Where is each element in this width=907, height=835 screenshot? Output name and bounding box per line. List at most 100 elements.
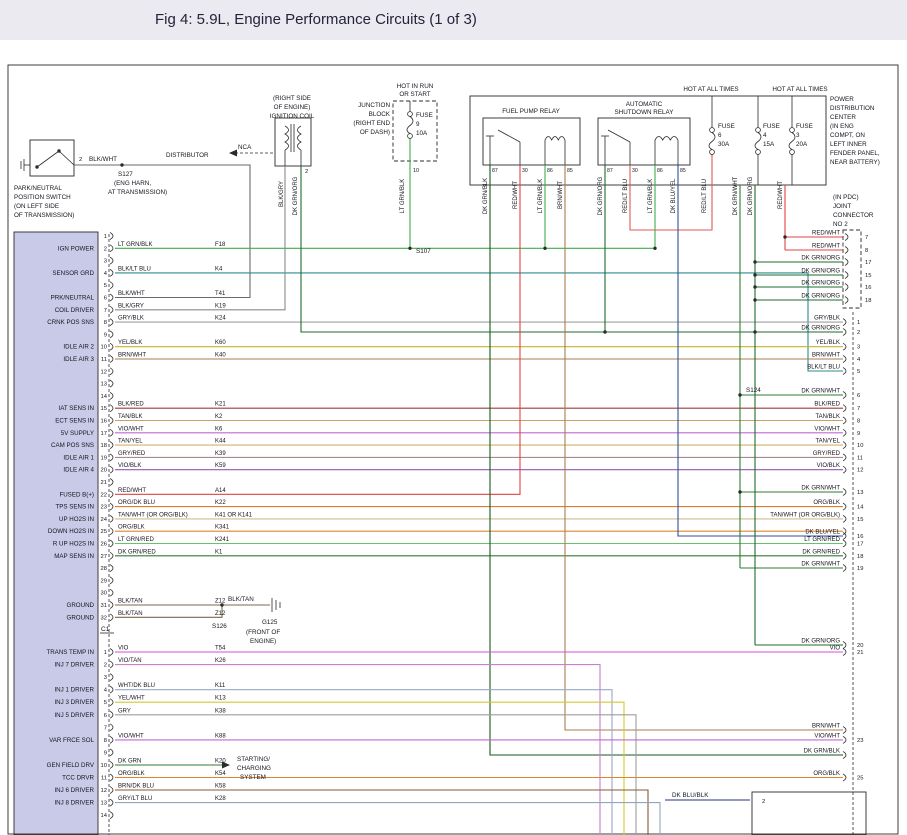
diagram-text: 3 bbox=[796, 132, 800, 139]
edge-wire-label: RED/WHT bbox=[812, 231, 840, 237]
pcm-signal-label: INJ 1 DRIVER bbox=[54, 687, 94, 694]
diagram-text: HOT AT ALL TIMES bbox=[683, 86, 738, 93]
junction-dot bbox=[603, 330, 606, 333]
pcm-pin-bracket bbox=[110, 257, 113, 264]
pcm-pin-number: 30 bbox=[101, 591, 107, 597]
relay-switch-arm bbox=[608, 130, 630, 142]
diagram-text: 20A bbox=[796, 141, 808, 148]
fuse-terminal bbox=[756, 128, 761, 133]
edge-wire-label: TAN/BLK bbox=[815, 414, 840, 420]
circuit-code: K19 bbox=[215, 303, 226, 309]
pcm-signal-label: IAT SENS IN bbox=[58, 405, 94, 412]
pcm-pin-number: 23 bbox=[101, 505, 107, 511]
edge-pin-number: 23 bbox=[857, 738, 863, 744]
junction-dot bbox=[783, 235, 786, 238]
fuse-element bbox=[709, 133, 715, 150]
circuit-code: K44 bbox=[215, 439, 226, 445]
edge-pin-number: 10 bbox=[857, 443, 863, 449]
pcm-pin-number: 24 bbox=[101, 517, 108, 523]
pcm-pin-bracket bbox=[110, 787, 113, 794]
edge-hook bbox=[843, 515, 846, 522]
wire-color-label: BLK/TAN bbox=[118, 599, 143, 605]
pcm-pin-bracket bbox=[110, 761, 113, 768]
diagram-text: OF DASH) bbox=[360, 129, 390, 136]
diagram-text: 2 bbox=[762, 799, 765, 805]
wire-dk-blu-yel bbox=[678, 165, 843, 536]
junction-dot bbox=[120, 163, 123, 166]
diagram-text: S126 bbox=[212, 623, 227, 630]
diagram-text: NO 2 bbox=[833, 221, 848, 228]
circuit-code: K39 bbox=[215, 451, 226, 457]
diagram-text: JOINT bbox=[833, 203, 851, 210]
pcm-pin-bracket bbox=[110, 479, 113, 486]
circuit-code: K1 bbox=[215, 549, 223, 555]
edge-wire-label: ORG/BLK bbox=[813, 500, 840, 506]
diagram-text: PARK/NEUTRAL bbox=[14, 185, 62, 192]
vertical-wire-label: DK GRN/WHT bbox=[733, 176, 739, 215]
junction-dot bbox=[738, 393, 741, 396]
edge-hook bbox=[843, 454, 846, 461]
fuse-terminal bbox=[408, 134, 413, 139]
fuse-terminal bbox=[790, 128, 795, 133]
junction-dot bbox=[653, 247, 656, 250]
pcm-pin-bracket bbox=[110, 661, 113, 668]
pcm-pin-bracket bbox=[110, 392, 113, 399]
pcm-signal-label: PRK/NEUTRAL bbox=[51, 295, 95, 302]
edge-hook bbox=[843, 329, 846, 336]
pcm-pin-number: 26 bbox=[101, 542, 107, 548]
diagram-text: FUEL PUMP RELAY bbox=[502, 108, 560, 115]
diagram-text: AT TRANSMISSION) bbox=[108, 189, 167, 196]
diagram-text: NEAR BATTERY) bbox=[830, 159, 880, 166]
edge-wire-label: LT GRN/RED bbox=[804, 537, 840, 543]
diagram-text: FENDER PANEL, bbox=[830, 150, 880, 157]
pcm-signal-label: FUSED B(+) bbox=[59, 491, 94, 498]
pcm-pin-bracket bbox=[110, 405, 113, 412]
pcm-pin-bracket bbox=[110, 319, 113, 326]
circuit-code: T54 bbox=[215, 646, 226, 652]
pcm-pin-bracket bbox=[110, 306, 113, 313]
wire-color-label: BLK/LT BLU bbox=[118, 266, 151, 272]
circuit-code: Z12 bbox=[215, 611, 226, 617]
junction-dot bbox=[738, 490, 741, 493]
edge-wire-label: YEL/BLK bbox=[816, 340, 840, 346]
pcm-pin-bracket bbox=[110, 269, 113, 276]
pcm-pin-bracket bbox=[110, 294, 113, 301]
edge-wire-label: GRY/RED bbox=[813, 451, 841, 457]
edge-wire-label: BLK/LT BLU bbox=[807, 365, 840, 371]
pcm-pin-bracket bbox=[110, 515, 113, 522]
switch-arm bbox=[37, 151, 59, 167]
diagram-text: 85 bbox=[567, 168, 573, 174]
junction-dot bbox=[408, 247, 411, 250]
edge-wire-label: VIO/WHT bbox=[814, 426, 840, 432]
circuit-code: K26 bbox=[215, 658, 226, 664]
diagram-text: BLK/WHT bbox=[89, 156, 117, 163]
pcm-pin-bracket bbox=[110, 577, 113, 584]
diagram-text: 30A bbox=[718, 141, 730, 148]
diagram-text: 9 bbox=[416, 121, 420, 128]
pcm-pin-bracket bbox=[110, 602, 113, 609]
vertical-wire-label: DK GRN/BLK bbox=[483, 178, 489, 214]
diagram-text: (ENG HARN, bbox=[114, 180, 151, 187]
junction-block-box bbox=[393, 101, 437, 161]
pcm-signal-label: TCC DRVR bbox=[62, 775, 94, 782]
pcm-signal-label: CRNK POS SNS bbox=[47, 319, 94, 326]
diagram-text: FUSE bbox=[763, 123, 780, 130]
edge-wire-label: DK GRN/ORG bbox=[801, 281, 840, 287]
vertical-wire-label: RED/LT BLU bbox=[702, 179, 708, 213]
wire-color-label: BLK/TAN bbox=[118, 611, 143, 617]
wire-color-label: WHT/DK BLU bbox=[118, 683, 155, 689]
pcm-pin-bracket bbox=[110, 233, 113, 240]
circuit-code: K88 bbox=[215, 733, 226, 739]
relay-coil bbox=[655, 137, 678, 141]
pcm-pin-number: 1 bbox=[104, 650, 107, 656]
vertical-wire-label: RED/LT BLU bbox=[623, 179, 629, 213]
junction-dot bbox=[753, 273, 756, 276]
diagram-text: DISTRIBUTOR bbox=[166, 152, 209, 159]
pcm-pin-bracket bbox=[110, 736, 113, 743]
circuit-code: K40 bbox=[215, 353, 226, 359]
diagram-text: SHUTDOWN RELAY bbox=[614, 109, 674, 116]
wire-color-label: GRY bbox=[118, 708, 131, 714]
joint-connector-pin-number: 15 bbox=[865, 273, 871, 279]
vertical-wire-label: DK GRN/ORG bbox=[598, 176, 604, 215]
diagram-text: (RIGHT END bbox=[353, 120, 390, 127]
